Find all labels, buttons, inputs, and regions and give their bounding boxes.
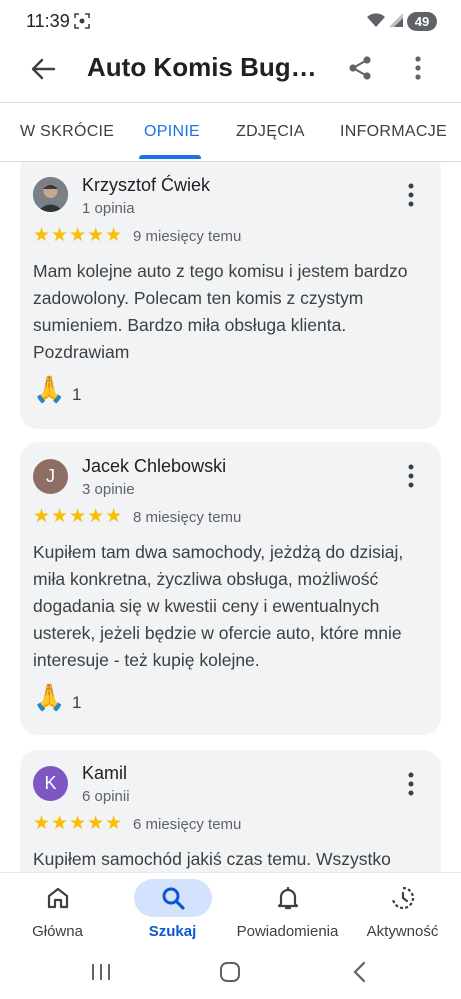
avatar[interactable] — [33, 177, 68, 212]
pray-reaction-icon[interactable]: 🙏 — [33, 682, 65, 713]
wifi-icon — [367, 13, 385, 27]
nav-label: Szukaj — [148, 923, 197, 940]
nav-label: Główna — [32, 923, 83, 940]
tab-overview[interactable]: W SKRÓCIE — [20, 103, 114, 161]
status-bar: 11:39 49 — [0, 0, 461, 42]
review-count: 1 opinia — [82, 200, 135, 217]
nav-search[interactable]: Szukaj — [115, 873, 230, 948]
nav-label: Aktywność — [366, 923, 439, 940]
tab-reviews[interactable]: OPINIE — [144, 103, 200, 161]
review-date: 9 miesięcy temu — [133, 228, 242, 245]
star-rating: ★★★★★ — [33, 225, 124, 246]
app-bar: Auto Komis Bugat… — [0, 42, 461, 98]
review-card: Krzysztof Ćwiek 1 opinia ★★★★★ 9 miesięc… — [20, 162, 441, 429]
tab-bar: W SKRÓCIE OPINIE ZDJĘCIA INFORMACJE — [0, 102, 461, 162]
review-text: Kupiłem samochód jakiś czas temu. Wszyst… — [33, 849, 391, 869]
activity-icon — [391, 886, 415, 910]
tab-info[interactable]: INFORMACJE — [340, 103, 447, 161]
review-author[interactable]: Krzysztof Ćwiek — [82, 175, 210, 196]
review-text: Kupiłem tam dwa samochody, jeżdżą do dzi… — [33, 542, 404, 670]
review-author[interactable]: Kamil — [82, 763, 127, 784]
battery-indicator: 49 — [407, 12, 437, 31]
system-navigation-bar — [0, 947, 461, 999]
user-photo-icon — [33, 177, 68, 212]
reaction-count: 1 — [72, 693, 82, 712]
home-button-icon[interactable] — [219, 961, 241, 983]
star-rating: ★★★★★ — [33, 506, 124, 527]
star-rating: ★★★★★ — [33, 813, 124, 834]
review-count: 6 opinii — [82, 788, 130, 805]
recent-apps-icon[interactable] — [90, 962, 112, 982]
avatar[interactable]: K — [33, 766, 68, 801]
nav-label: Powiadomienia — [236, 923, 339, 940]
review-date: 6 miesięcy temu — [133, 816, 242, 833]
avatar[interactable]: J — [33, 459, 68, 494]
bell-icon — [277, 886, 299, 910]
pray-reaction-icon[interactable]: 🙏 — [33, 374, 65, 405]
active-tab-indicator — [139, 155, 201, 159]
review-count: 3 opinie — [82, 481, 135, 498]
bottom-navigation: Główna Szukaj Powiadomienia Aktywność — [0, 872, 461, 947]
review-text: Mam kolejne auto z tego komisu i jestem … — [33, 261, 408, 362]
reviews-list[interactable]: Krzysztof Ćwiek 1 opinia ★★★★★ 9 miesięc… — [0, 162, 461, 872]
reaction-count: 1 — [72, 385, 82, 404]
review-more-icon[interactable] — [406, 182, 416, 208]
home-icon — [47, 887, 69, 909]
nav-home[interactable]: Główna — [0, 873, 115, 948]
status-time: 11:39 — [26, 11, 70, 31]
more-vert-icon[interactable] — [409, 54, 427, 82]
back-arrow-icon[interactable] — [30, 56, 56, 82]
review-card: K Kamil 6 opinii ★★★★★ 6 miesięcy temu K… — [20, 750, 441, 872]
system-back-icon[interactable] — [352, 961, 366, 983]
nav-notifications[interactable]: Powiadomienia — [230, 873, 345, 948]
page-title: Auto Komis Bugat… — [87, 52, 327, 82]
signal-icon — [389, 13, 403, 27]
nav-activity[interactable]: Aktywność — [345, 873, 460, 948]
review-author[interactable]: Jacek Chlebowski — [82, 456, 226, 477]
share-icon[interactable] — [346, 54, 374, 82]
review-date: 8 miesięcy temu — [133, 509, 242, 526]
screen-record-icon — [74, 13, 90, 29]
review-more-icon[interactable] — [406, 771, 416, 797]
tab-photos[interactable]: ZDJĘCIA — [236, 103, 305, 161]
search-icon — [162, 887, 185, 910]
review-card: J Jacek Chlebowski 3 opinie ★★★★★ 8 mies… — [20, 442, 441, 735]
review-more-icon[interactable] — [406, 463, 416, 489]
